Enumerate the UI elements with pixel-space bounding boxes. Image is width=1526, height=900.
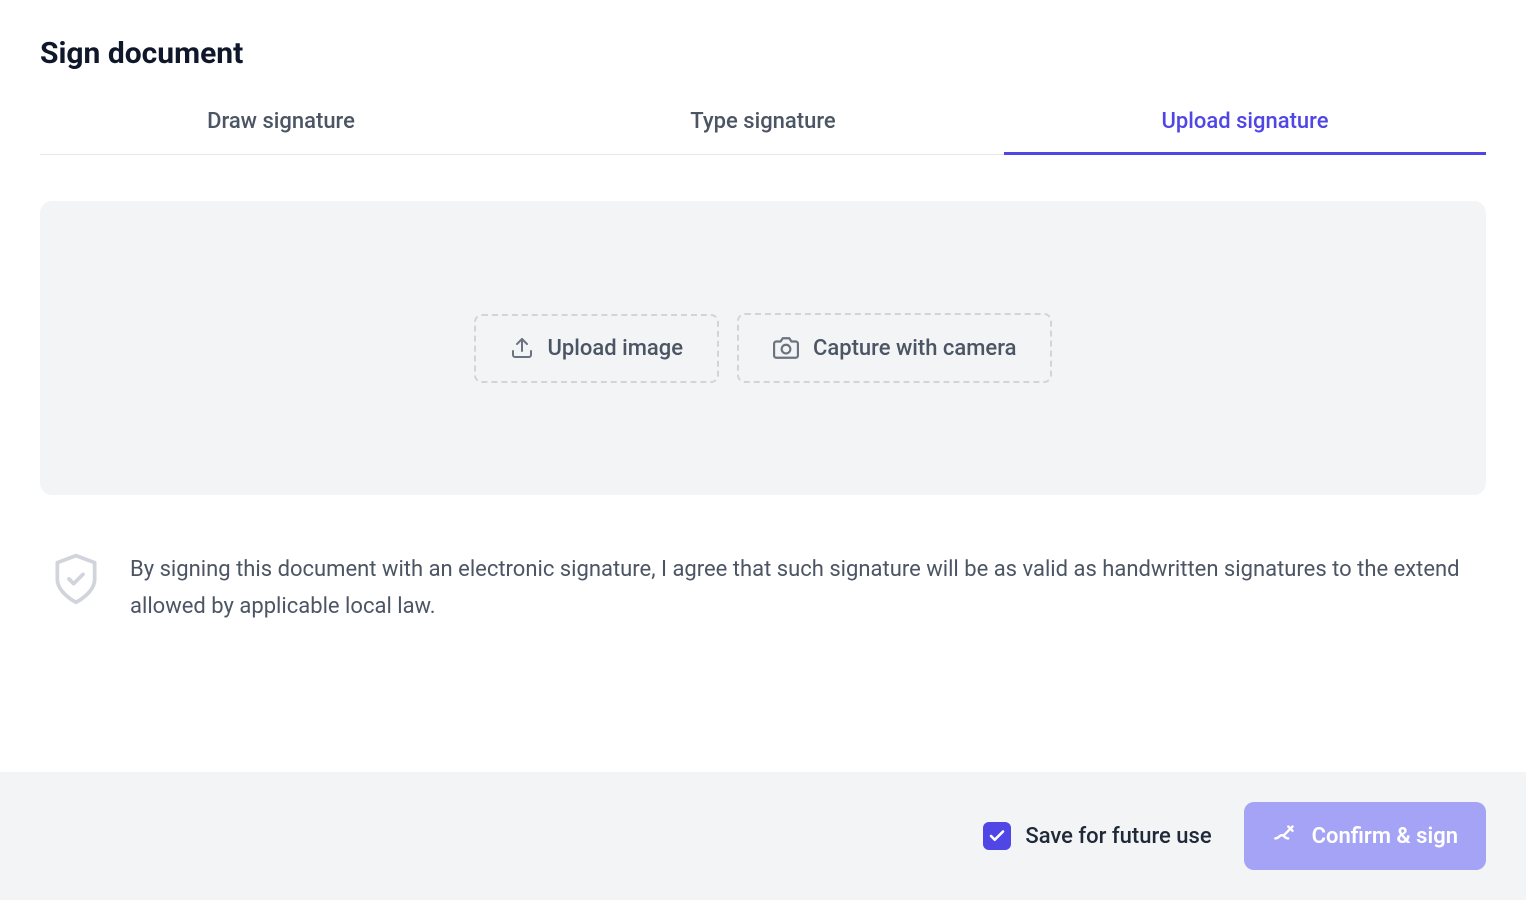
- upload-image-label: Upload image: [548, 336, 683, 361]
- signature-tabs: Draw signature Type signature Upload sig…: [40, 91, 1486, 155]
- shield-check-icon: [48, 551, 104, 611]
- confirm-sign-button[interactable]: Confirm & sign: [1244, 802, 1486, 870]
- upload-image-button[interactable]: Upload image: [474, 314, 719, 383]
- confirm-sign-label: Confirm & sign: [1312, 824, 1458, 849]
- save-future-label: Save for future use: [1025, 824, 1211, 849]
- upload-icon: [510, 336, 534, 360]
- footer: Save for future use Confirm & sign: [0, 772, 1526, 900]
- capture-camera-button[interactable]: Capture with camera: [737, 313, 1052, 383]
- capture-camera-label: Capture with camera: [813, 336, 1016, 361]
- page-title: Sign document: [40, 36, 1486, 71]
- checkbox-checked-icon: [983, 822, 1011, 850]
- upload-drop-area[interactable]: Upload image Capture with camera: [40, 201, 1486, 495]
- disclaimer: By signing this document with an electro…: [40, 551, 1486, 626]
- tab-draw-signature[interactable]: Draw signature: [40, 91, 522, 155]
- save-future-checkbox[interactable]: Save for future use: [983, 822, 1211, 850]
- disclaimer-text: By signing this document with an electro…: [130, 551, 1478, 626]
- tab-type-signature[interactable]: Type signature: [522, 91, 1004, 155]
- signature-icon: [1272, 820, 1298, 852]
- tab-upload-signature[interactable]: Upload signature: [1004, 91, 1486, 155]
- camera-icon: [773, 335, 799, 361]
